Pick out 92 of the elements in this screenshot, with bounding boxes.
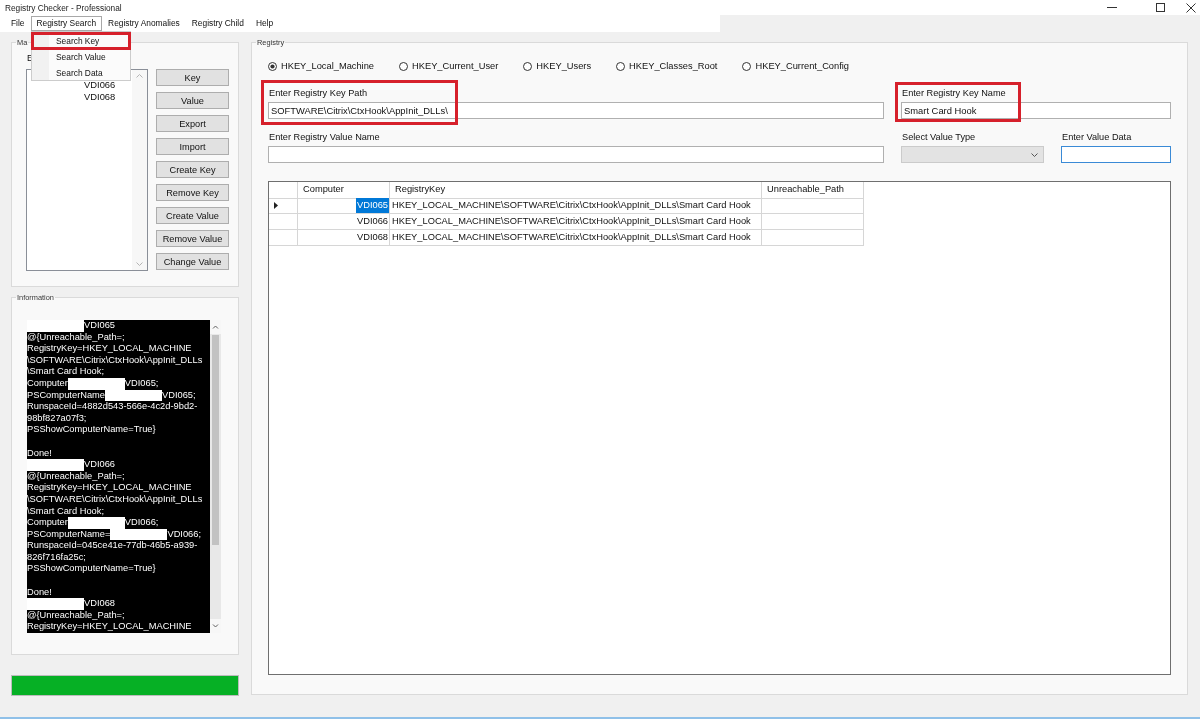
action-button[interactable]: Remove Value	[156, 230, 229, 247]
menu-item[interactable]: Registry Search	[30, 16, 103, 31]
log-line: \Smart Card Hook;	[27, 366, 105, 378]
radio-icon[interactable]	[268, 61, 277, 71]
action-button[interactable]: Export	[156, 115, 229, 132]
log-line: \Smart Card Hook;	[27, 505, 105, 518]
menu-item[interactable]: Search Value	[32, 49, 130, 65]
redaction-block	[110, 528, 168, 541]
log-text: VDI066	[84, 459, 115, 471]
action-button[interactable]: Key	[156, 69, 229, 86]
log-line: RegistryKey=HKEY_LOCAL_MACHINE	[27, 343, 193, 355]
log-line: RunspaceId=4882d543-566e-4c2d-9bd2-	[27, 401, 199, 413]
menu-item[interactable]: Registry Child	[185, 16, 250, 31]
log-text: Computer	[27, 377, 68, 390]
radio-icon[interactable]	[399, 61, 409, 71]
redaction-block	[27, 320, 84, 332]
table-cell-text: VDI066	[356, 215, 389, 228]
table-cell: VDI065	[356, 198, 389, 213]
text-field[interactable]: Smart Card Hook	[901, 102, 1171, 119]
redaction-block	[105, 389, 163, 402]
menu-item[interactable]: Search Key	[32, 33, 130, 49]
log-text: Computer	[27, 517, 68, 529]
row-header[interactable]	[269, 198, 298, 214]
log-line: PSShowComputerName=True}	[27, 563, 157, 576]
log-text: PSComputerName=	[27, 528, 111, 541]
action-button[interactable]: Change Value	[156, 253, 229, 270]
log-line: RunspaceId=045ce41e-77db-46b5-a939-	[27, 540, 199, 552]
redaction-block	[27, 459, 84, 471]
action-button[interactable]: Remove Key	[156, 184, 229, 201]
text-field[interactable]	[1061, 146, 1171, 163]
log-line: Done!	[27, 586, 53, 599]
close-icon[interactable]	[1186, 2, 1196, 13]
scrollbar[interactable]	[132, 70, 147, 270]
radio-button[interactable]: HKEY_Local_Machine	[268, 60, 375, 72]
column-header[interactable]: Unreachable_Path	[762, 182, 864, 199]
redaction-block	[67, 377, 125, 390]
log-line: @{Unreachable_Path=;	[27, 470, 126, 483]
corner-header	[269, 182, 298, 199]
log-line: PSShowComputerName=True}	[27, 424, 157, 436]
log-text: VDI066;	[124, 517, 159, 529]
log-line: @{Unreachable_Path=;	[27, 609, 126, 622]
menu-item[interactable]: Registry Anomalies	[102, 16, 186, 31]
radio-button[interactable]: HKEY_Current_User	[399, 60, 499, 72]
action-button[interactable]: Import	[156, 138, 229, 155]
log-output[interactable]	[27, 320, 221, 633]
log-line: @{Unreachable_Path=;	[27, 331, 126, 344]
list-item[interactable]: VDI066	[29, 79, 132, 91]
menu-item[interactable]: File	[5, 16, 31, 31]
column-header[interactable]: RegistryKey	[390, 182, 762, 199]
radio-icon[interactable]	[616, 61, 626, 71]
scroll-up-icon[interactable]	[136, 74, 143, 78]
scrollbar-thumb[interactable]	[212, 335, 219, 545]
field-label: Enter Registry Key Name	[902, 88, 1007, 99]
log-line: 826f716fa25c;	[27, 551, 87, 564]
field-label: Enter Registry Value Name	[269, 132, 381, 143]
log-text: VDI068	[84, 598, 115, 610]
radio-icon[interactable]	[523, 61, 533, 71]
log-line: 98bf827a07f3;	[27, 412, 88, 425]
list-item[interactable]: VDI068	[29, 91, 132, 103]
redaction-block	[67, 517, 125, 529]
action-button[interactable]: Create Key	[156, 161, 229, 178]
table-cell: HKEY_LOCAL_MACHINE\SOFTWARE\Citrix\CtxHook\AppInit_DLLs\Smart Card Hook	[390, 198, 762, 214]
field-label: Enter Registry Key Path	[269, 88, 369, 99]
window-title: Registry Checker - Professional	[5, 1, 122, 14]
text-field[interactable]: SOFTWARE\Citrix\CtxHook\AppInit_DLLs\	[268, 102, 884, 119]
radio-icon[interactable]	[742, 61, 752, 71]
log-text: VDI066;	[167, 528, 202, 541]
field-label: Select Value Type	[902, 132, 977, 143]
table-cell: HKEY_LOCAL_MACHINE\SOFTWARE\Citrix\CtxHook\AppInit_DLLs\Smart Card Hook	[390, 214, 762, 230]
radio-button[interactable]: HKEY_Current_Config	[742, 60, 849, 72]
field-label: Enter Value Data	[1062, 132, 1133, 143]
scroll-down-icon[interactable]	[136, 262, 143, 266]
log-line: Done!	[27, 447, 53, 460]
log-line: \SOFTWARE\Citrix\CtxHook\AppInit_DLLs	[27, 493, 204, 506]
log-text: PSComputerName	[27, 389, 106, 402]
maximize-icon[interactable]	[1156, 3, 1165, 12]
log-line: RegistryKey=HKEY_LOCAL_MACHINE	[27, 482, 193, 494]
chevron-down-icon	[1031, 152, 1038, 157]
log-line: \SOFTWARE\Citrix\CtxHook\AppInit_DLLs	[27, 354, 204, 367]
radio-button[interactable]: HKEY_Classes_Root	[616, 60, 718, 72]
redaction-block	[27, 598, 84, 610]
log-text: VDI065	[84, 320, 115, 332]
action-button[interactable]: Value	[156, 92, 229, 109]
action-button[interactable]: Create Value	[156, 207, 229, 224]
text-field[interactable]	[268, 146, 884, 163]
log-text: VDI065;	[124, 377, 159, 390]
radio-button[interactable]: HKEY_Users	[523, 60, 592, 72]
table-cell: HKEY_LOCAL_MACHINE\SOFTWARE\Citrix\CtxHook\AppInit_DLLs\Smart Card Hook	[390, 230, 762, 246]
menu-item[interactable]: Help	[249, 16, 280, 31]
log-line: RegistryKey=HKEY_LOCAL_MACHINE	[27, 621, 193, 634]
log-text: VDI065;	[162, 389, 196, 402]
table-cell-text: VDI068	[356, 231, 389, 244]
